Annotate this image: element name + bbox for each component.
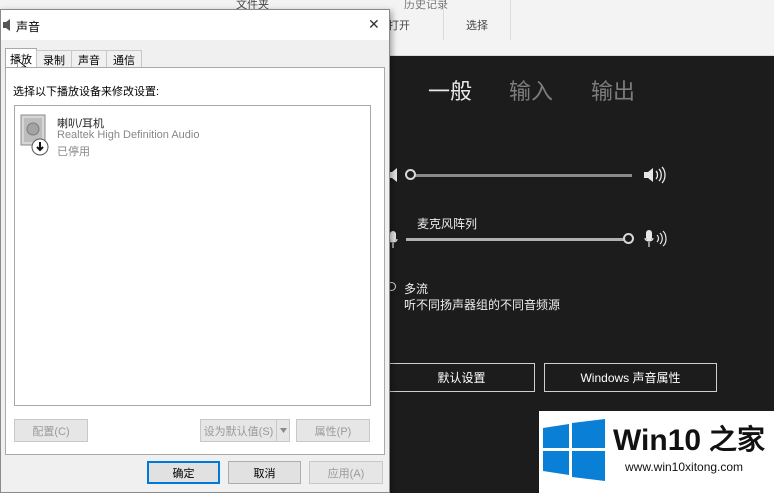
windows-sound-properties-button[interactable]: Windows 声音属性: [544, 363, 717, 392]
tab-sounds-label: 声音: [78, 54, 100, 67]
configure-button[interactable]: 配置(C): [14, 419, 88, 442]
brand-name: Win10: [613, 424, 702, 457]
tab-communications[interactable]: 通信: [106, 50, 142, 68]
tab-sounds[interactable]: 声音: [71, 50, 107, 68]
cancel-button[interactable]: 取消: [228, 461, 301, 484]
tab-output[interactable]: 输出: [591, 74, 635, 106]
tab-communications-label: 通信: [113, 54, 135, 67]
open-group-label: 打开: [388, 20, 410, 32]
device-status: 已停用: [57, 146, 90, 158]
ribbon-separator: [443, 0, 444, 40]
device-driver: Realtek High Definition Audio: [57, 129, 200, 141]
mic-volume-thumb[interactable]: [623, 233, 634, 244]
sound-dialog: 声音 ✕ 播放 录制 声音 通信 选择以下播放设备来修改设置: 喇叭/耳机 Re…: [0, 9, 390, 493]
set-default-button[interactable]: 设为默认值(S): [200, 419, 277, 442]
watermark-url: www.win10xitong.com: [625, 460, 744, 474]
select-group-label: 选择: [466, 20, 488, 32]
mic-volume-track[interactable]: [406, 238, 628, 241]
tab-recording[interactable]: 录制: [36, 50, 72, 68]
list-item[interactable]: 喇叭/耳机 Realtek High Definition Audio 已停用: [15, 108, 370, 158]
output-volume-thumb[interactable]: [405, 169, 416, 180]
microphone-high-icon: [644, 230, 667, 247]
properties-button[interactable]: 属性(P): [296, 419, 370, 442]
brand-suffix: 之家: [709, 424, 766, 455]
windows-logo-icon: [543, 419, 605, 481]
win10-watermark: Win10 之家 www.win10xitong.com: [539, 411, 774, 493]
chevron-down-icon: [279, 428, 287, 433]
speaker-device-icon: [20, 114, 49, 156]
history-label[interactable]: 历史记录: [404, 0, 448, 12]
ok-button[interactable]: 确定: [147, 461, 220, 484]
device-list[interactable]: 喇叭/耳机 Realtek High Definition Audio 已停用: [14, 105, 371, 406]
multistream-label: 多流: [404, 282, 429, 296]
apply-button[interactable]: 应用(A): [309, 461, 383, 484]
tab-general[interactable]: 一般: [428, 74, 472, 106]
multistream-description: 听不同扬声器组的不同音频源: [404, 298, 561, 312]
tab-input[interactable]: 输入: [509, 74, 553, 106]
speaker-high-icon: [644, 166, 666, 184]
default-settings-button[interactable]: 默认设置: [388, 363, 535, 392]
speaker-low-icon: [388, 168, 397, 182]
speaker-icon: [3, 19, 10, 31]
dialog-title: 声音: [16, 20, 41, 34]
dialog-titlebar[interactable]: 声音 ✕: [1, 10, 389, 40]
mic-label: 麦克风阵列: [417, 217, 478, 231]
close-icon[interactable]: ✕: [368, 16, 380, 33]
instruction-text: 选择以下播放设备来修改设置:: [13, 86, 160, 98]
set-default-dropdown[interactable]: [276, 419, 290, 442]
playback-page: 选择以下播放设备来修改设置: 喇叭/耳机 Realtek High Defini…: [5, 67, 385, 455]
output-volume-track[interactable]: [410, 174, 632, 177]
tab-recording-label: 录制: [43, 54, 65, 67]
ribbon-separator: [510, 0, 511, 40]
